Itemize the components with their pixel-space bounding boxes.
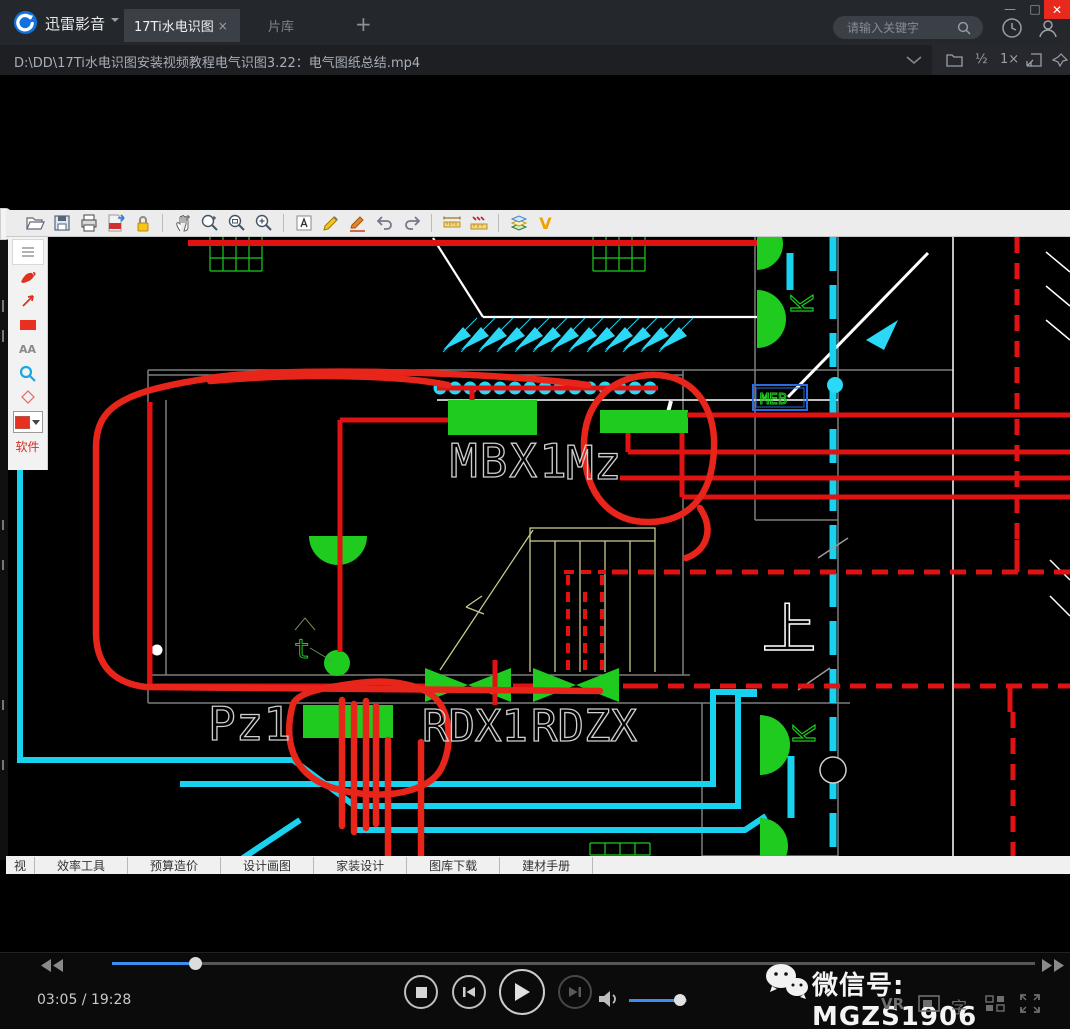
svg-text:MBX1: MBX1 bbox=[450, 434, 569, 488]
time-display: 03:05 / 19:28 bbox=[37, 992, 132, 1008]
svg-text:K: K bbox=[788, 725, 823, 743]
export-pdf-icon[interactable] bbox=[105, 213, 126, 234]
brush-icon[interactable] bbox=[347, 213, 368, 234]
cad-left-strip bbox=[0, 237, 8, 860]
lock-icon[interactable] bbox=[132, 213, 153, 234]
cad-pipe-break bbox=[819, 756, 847, 784]
svg-text:t: t bbox=[294, 634, 310, 665]
marker-tool-icon[interactable] bbox=[13, 265, 43, 289]
svg-text:Pz1: Pz1 bbox=[208, 697, 291, 751]
wechat-icon bbox=[766, 964, 808, 999]
menu-item[interactable]: 图库下载 bbox=[407, 856, 501, 874]
menu-item[interactable]: 视 bbox=[6, 856, 36, 874]
maximize-button[interactable]: □ bbox=[1026, 2, 1044, 18]
user-icon[interactable] bbox=[1036, 16, 1060, 40]
undo-icon[interactable] bbox=[374, 213, 395, 234]
stop-button[interactable] bbox=[404, 975, 438, 1009]
svg-text:RDX1: RDX1 bbox=[422, 701, 528, 752]
pin-icon[interactable] bbox=[1052, 53, 1068, 67]
snapshot-frame-icon[interactable] bbox=[918, 995, 940, 1012]
play-icon bbox=[515, 983, 530, 1001]
panel-menu-icon[interactable] bbox=[11, 239, 44, 265]
minimize-button[interactable]: — bbox=[1001, 2, 1019, 18]
swatch-dropdown-icon bbox=[32, 420, 40, 425]
text-tool-icon[interactable]: AA bbox=[13, 337, 43, 361]
next-icon bbox=[569, 987, 581, 997]
print-icon[interactable] bbox=[78, 213, 99, 234]
new-tab-button[interactable]: + bbox=[355, 14, 372, 34]
redo-icon[interactable] bbox=[401, 213, 422, 234]
cad-door-dot bbox=[151, 644, 163, 656]
app-menu-caret-icon[interactable] bbox=[111, 18, 119, 26]
zoom-icon[interactable] bbox=[199, 213, 220, 234]
cad-sidebar: AA 软件 bbox=[8, 237, 48, 470]
search-input[interactable] bbox=[845, 19, 957, 36]
tab-current-video[interactable]: 17Ti水电识图 × bbox=[124, 9, 240, 42]
arrow-tool-icon[interactable] bbox=[13, 289, 43, 313]
svg-text:RDZX: RDZX bbox=[531, 701, 637, 752]
next-button[interactable] bbox=[558, 975, 592, 1009]
search-box[interactable] bbox=[833, 16, 983, 39]
menu-item[interactable]: 预算造价 bbox=[128, 856, 222, 874]
diamond-tool-icon[interactable] bbox=[13, 385, 43, 409]
svg-text:上: 上 bbox=[762, 598, 816, 661]
v-logo-icon[interactable]: V bbox=[535, 213, 556, 234]
pan-icon[interactable] bbox=[172, 213, 193, 234]
speed-normal-button[interactable]: 1× bbox=[1000, 52, 1019, 67]
cad-cyan-node bbox=[827, 377, 843, 393]
layers-icon[interactable] bbox=[508, 213, 529, 234]
volume-icon[interactable] bbox=[598, 989, 620, 1009]
app-name[interactable]: 迅雷影音 bbox=[45, 13, 105, 34]
menu-item[interactable]: 建材手册 bbox=[500, 856, 594, 874]
measure-continuous-icon[interactable] bbox=[468, 213, 489, 234]
measure-icon[interactable] bbox=[441, 213, 462, 234]
tab-library[interactable]: 片库 bbox=[258, 9, 304, 42]
zoom-window-icon[interactable] bbox=[226, 213, 247, 234]
open-icon[interactable] bbox=[24, 213, 45, 234]
color-swatch[interactable] bbox=[12, 409, 43, 435]
cad-bottom-menu: 视 效率工具 预算造价 设计画图 家装设计 图库下载 建材手册 bbox=[6, 856, 1070, 874]
speed-half-button[interactable]: ½ bbox=[975, 52, 988, 67]
close-button[interactable]: ✕ bbox=[1044, 0, 1070, 19]
sidebar-watermark: 软件 bbox=[15, 440, 40, 454]
subtitle-button[interactable]: 字 bbox=[951, 994, 967, 1018]
skip-back-icon[interactable] bbox=[40, 959, 66, 972]
play-button[interactable] bbox=[499, 969, 545, 1015]
tab-close-icon[interactable]: × bbox=[218, 19, 228, 33]
progress-handle[interactable] bbox=[189, 957, 202, 970]
vr-button[interactable]: VR bbox=[881, 995, 904, 1013]
menu-item[interactable]: 效率工具 bbox=[35, 856, 129, 874]
zoom-extents-icon[interactable] bbox=[253, 213, 274, 234]
previous-icon bbox=[463, 987, 475, 997]
zoom-tool-icon[interactable] bbox=[13, 361, 43, 385]
text-annotate-icon[interactable] bbox=[293, 213, 314, 234]
volume-handle[interactable] bbox=[674, 994, 686, 1006]
svg-text:Mz: Mz bbox=[566, 436, 621, 490]
path-bar: D:\DD\17Ti水电识图安装视频教程电气识图3.22：电气图纸总结.mp4 … bbox=[0, 45, 1070, 75]
menu-item[interactable]: 家装设计 bbox=[314, 856, 408, 874]
rectangle-tool-icon[interactable] bbox=[13, 313, 43, 337]
cad-toolbar: V bbox=[6, 210, 1070, 237]
app-logo-icon[interactable] bbox=[13, 10, 38, 35]
title-bar: 迅雷影音 17Ti水电识图 × 片库 + — □ ✕ bbox=[0, 0, 1070, 45]
pencil-icon[interactable] bbox=[320, 213, 341, 234]
cad-drawing: MEB t MBX1 Mz Pz1 RDX1 RDZX 上 K K bbox=[0, 237, 1070, 860]
menu-item[interactable]: 设计画图 bbox=[221, 856, 315, 874]
save-icon[interactable] bbox=[51, 213, 72, 234]
folder-icon[interactable] bbox=[946, 53, 963, 67]
playlist-grid-icon[interactable] bbox=[985, 995, 1005, 1012]
player-window: 迅雷影音 17Ti水电识图 × 片库 + — □ ✕ bbox=[0, 0, 1070, 1029]
tab-label: 17Ti水电识图 bbox=[134, 20, 214, 35]
svg-text:K: K bbox=[786, 295, 821, 313]
fullscreen-icon[interactable] bbox=[1020, 994, 1040, 1013]
svg-text:MEB: MEB bbox=[760, 390, 787, 408]
history-icon[interactable] bbox=[1000, 16, 1024, 40]
chevron-down-icon[interactable] bbox=[906, 56, 922, 65]
previous-button[interactable] bbox=[452, 975, 486, 1009]
search-icon[interactable] bbox=[957, 21, 971, 35]
snapshot-icon[interactable] bbox=[1026, 53, 1042, 67]
file-path: D:\DD\17Ti水电识图安装视频教程电气识图3.22：电气图纸总结.mp4 bbox=[14, 56, 421, 71]
progress-fill bbox=[112, 962, 196, 965]
volume-fill bbox=[629, 999, 679, 1002]
